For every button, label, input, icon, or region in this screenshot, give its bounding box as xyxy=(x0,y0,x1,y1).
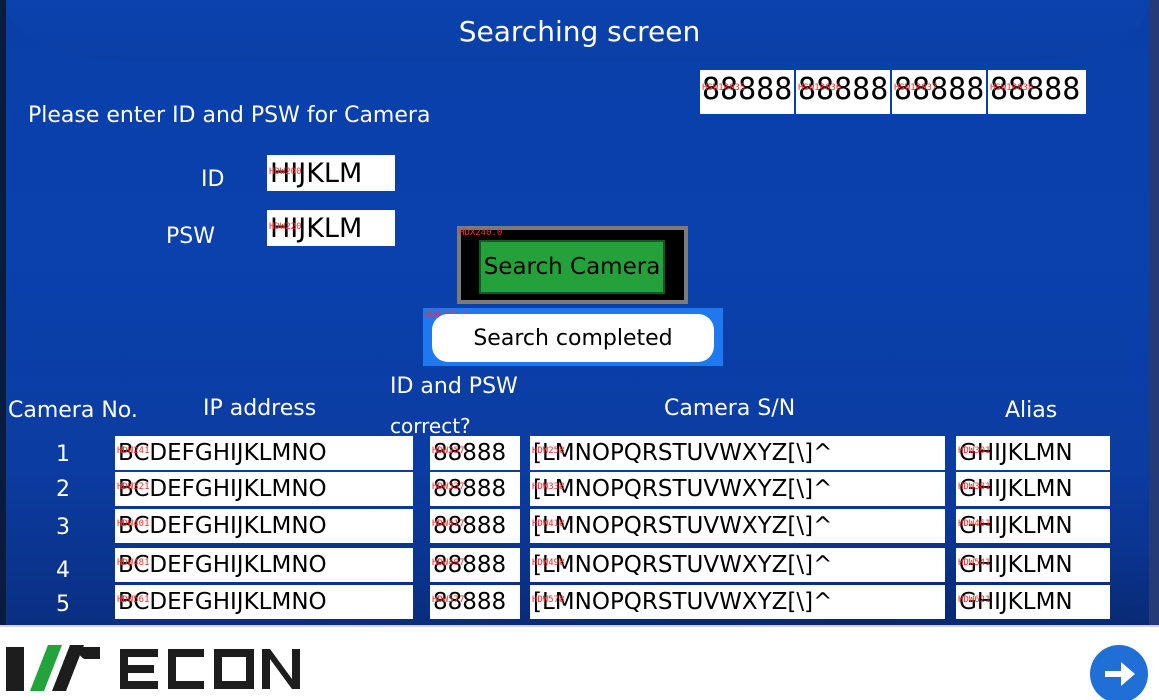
page-title: Searching screen xyxy=(458,14,701,48)
row-2-alias-field[interactable]: HDW381 GHIJKLMN xyxy=(956,472,1110,506)
header-id-psw-line2: correct? xyxy=(390,414,471,438)
row-3-number: 3 xyxy=(56,515,70,540)
row-1-sn-field[interactable]: HDW258 [LMNOPQRSTUVWXYZ[\]^ xyxy=(530,436,945,470)
row-4-id-psw-field[interactable]: HDW497 88888 xyxy=(430,548,520,582)
value-box-3[interactable]: HSW10037 88888 xyxy=(892,70,986,114)
row-2-ok-tag: HDW337 xyxy=(432,482,465,492)
row-4-sn-value: [LMNOPQRSTUVWXYZ[\]^ xyxy=(533,552,833,578)
value-box-4-tag: HSW10038 xyxy=(990,83,1034,93)
row-3-ip-tag: HDW401 xyxy=(117,519,150,529)
search-camera-frame[interactable]: HDX240.0 Search Camera xyxy=(457,226,688,304)
row-5-alias-field[interactable]: HDW621 GHIJKLMN xyxy=(956,585,1110,619)
hmi-screen: Searching screen HSW10035 88888 HSW10036… xyxy=(0,0,1159,700)
row-2-ip-tag: HDW321 xyxy=(117,482,150,492)
row-3-sn-field[interactable]: HDW418 [LMNOPQRSTUVWXYZ[\]^ xyxy=(530,509,945,543)
row-1-alias-field[interactable]: HDW301 GHIJKLMN xyxy=(956,436,1110,470)
footer-bar xyxy=(0,625,1159,700)
value-box-4[interactable]: HSW10038 88888 xyxy=(988,70,1086,114)
row-4-number: 4 xyxy=(56,558,70,583)
row-5-ip-field[interactable]: HDW561 BCDEFGHIJKLMNO xyxy=(115,585,413,619)
header-id-psw-line1: ID and PSW xyxy=(390,374,518,399)
row-1-alias-tag: HDW301 xyxy=(958,446,991,456)
next-page-button[interactable] xyxy=(1090,645,1148,700)
row-3-id-psw-field[interactable]: HDW417 88888 xyxy=(430,509,520,543)
value-box-2-tag: HSW10036 xyxy=(798,83,842,93)
row-2-number: 2 xyxy=(56,477,70,502)
search-camera-button[interactable]: Search Camera xyxy=(479,240,665,294)
main-panel: Searching screen HSW10035 88888 HSW10036… xyxy=(0,0,1159,625)
row-3-sn-value: [LMNOPQRSTUVWXYZ[\]^ xyxy=(533,513,833,539)
value-box-1[interactable]: HSW10035 88888 xyxy=(700,70,794,114)
psw-label: PSW xyxy=(166,224,215,249)
row-4-sn-tag: HDW498 xyxy=(532,558,565,568)
row-2-alias-tag: HDW381 xyxy=(958,482,991,492)
row-3-sn-tag: HDW418 xyxy=(532,519,565,529)
row-5-sn-value: [LMNOPQRSTUVWXYZ[\]^ xyxy=(533,589,833,615)
row-5-ip-tag: HDW561 xyxy=(117,595,150,605)
row-1-id-psw-field[interactable]: HDW257 88888 xyxy=(430,436,520,470)
row-5-sn-field[interactable]: HDW578 [LMNOPQRSTUVWXYZ[\]^ xyxy=(530,585,945,619)
value-box-1-tag: HSW10035 xyxy=(702,83,746,93)
row-5-number: 5 xyxy=(56,592,70,617)
row-1-ip-field[interactable]: HDW241 BCDEFGHIJKLMNO xyxy=(115,436,413,470)
row-5-id-psw-field[interactable]: HDW577 88888 xyxy=(430,585,520,619)
row-1-sn-tag: HDW258 xyxy=(532,446,565,456)
header-camera-no: Camera No. xyxy=(8,398,138,423)
row-4-sn-field[interactable]: HDW498 [LMNOPQRSTUVWXYZ[\]^ xyxy=(530,548,945,582)
psw-input[interactable]: HDW220 HIJKLM xyxy=(267,210,395,246)
prompt-text: Please enter ID and PSW for Camera xyxy=(28,103,431,128)
row-1-sn-value: [LMNOPQRSTUVWXYZ[\]^ xyxy=(533,440,833,466)
row-2-ip-field[interactable]: HDW321 BCDEFGHIJKLMNO xyxy=(115,472,413,506)
header-camera-sn: Camera S/N xyxy=(664,396,796,421)
row-4-ok-tag: HDW497 xyxy=(432,558,465,568)
psw-input-tag: HDW220 xyxy=(269,222,302,232)
id-input[interactable]: HDW200 HIJKLM xyxy=(267,155,395,191)
row-3-ok-tag: HDW417 xyxy=(432,519,465,529)
row-5-alias-tag: HDW621 xyxy=(958,595,991,605)
row-1-number: 1 xyxy=(56,442,70,467)
row-4-alias-field[interactable]: HDW541 GHIJKLMN xyxy=(956,548,1110,582)
header-alias: Alias xyxy=(1005,398,1058,423)
row-3-ip-field[interactable]: HDW401 BCDEFGHIJKLMNO xyxy=(115,509,413,543)
status-text: Search completed xyxy=(432,314,714,362)
row-2-sn-value: [LMNOPQRSTUVWXYZ[\]^ xyxy=(533,476,833,502)
row-4-ip-tag: HDW481 xyxy=(117,558,150,568)
row-2-id-psw-field[interactable]: HDW337 88888 xyxy=(430,472,520,506)
search-camera-tag: HDX240.0 xyxy=(459,228,503,238)
row-2-sn-field[interactable]: HDW338 [LMNOPQRSTUVWXYZ[\]^ xyxy=(530,472,945,506)
status-indicator: HDX240.1 Search completed xyxy=(423,308,723,366)
id-input-tag: HDW200 xyxy=(269,167,302,177)
wecon-logo-icon xyxy=(6,645,300,691)
row-5-ok-tag: HDW577 xyxy=(432,595,465,605)
value-box-3-tag: HSW10037 xyxy=(894,83,938,93)
row-5-sn-tag: HDW578 xyxy=(532,595,565,605)
row-3-alias-field[interactable]: HDW461 GHIJKLMN xyxy=(956,509,1110,543)
row-2-sn-tag: HDW338 xyxy=(532,482,565,492)
id-label: ID xyxy=(201,167,225,192)
value-box-2[interactable]: HSW10036 88888 xyxy=(796,70,890,114)
row-4-alias-tag: HDW541 xyxy=(958,558,991,568)
row-3-alias-tag: HDW461 xyxy=(958,519,991,529)
row-1-ok-tag: HDW257 xyxy=(432,446,465,456)
row-4-ip-field[interactable]: HDW481 BCDEFGHIJKLMNO xyxy=(115,548,413,582)
header-ip-address: IP address xyxy=(203,396,317,421)
row-1-ip-tag: HDW241 xyxy=(117,446,150,456)
arrow-right-icon xyxy=(1105,662,1135,686)
